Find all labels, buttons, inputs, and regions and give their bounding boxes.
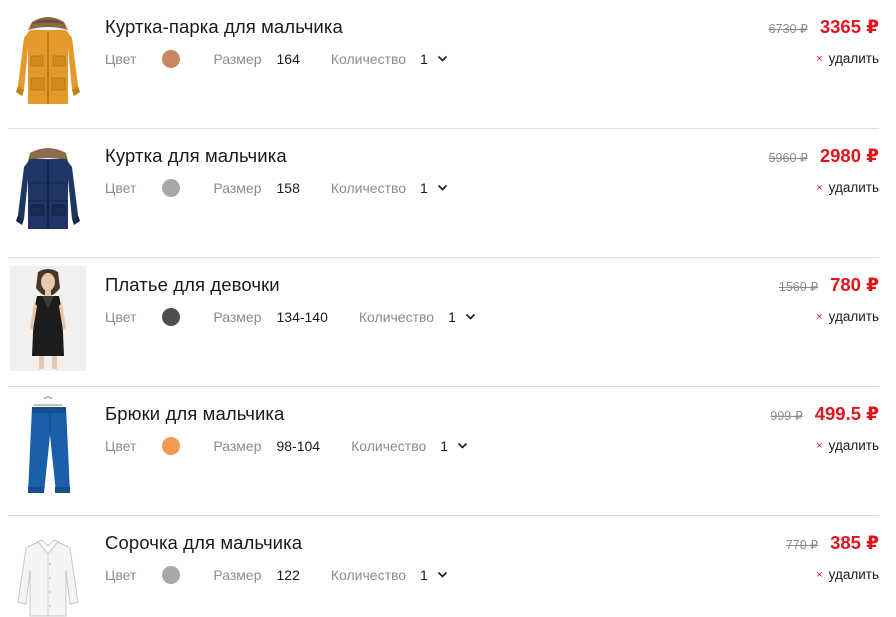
remove-label: удалить bbox=[828, 567, 879, 582]
close-icon: × bbox=[816, 439, 823, 452]
quantity-value: 1 bbox=[420, 51, 428, 67]
quantity-dropdown[interactable]: 1 bbox=[420, 180, 448, 196]
product-meta: Цвет Размер 98-104 Количество 1 bbox=[105, 437, 468, 455]
color-label: Цвет bbox=[105, 567, 137, 583]
color-swatch bbox=[162, 566, 181, 584]
chevron-down-icon bbox=[465, 313, 475, 320]
size-label: Размер bbox=[213, 438, 262, 454]
product-title[interactable]: Брюки для мальчика bbox=[105, 403, 284, 425]
size-value: 98-104 bbox=[276, 438, 321, 454]
chevron-down-icon bbox=[437, 184, 447, 191]
black-dress-photo bbox=[10, 266, 86, 371]
quantity-dropdown[interactable]: 1 bbox=[440, 438, 468, 454]
quantity-label: Количество bbox=[351, 438, 427, 454]
price-block: 999 ₽ 499.5 ₽ bbox=[770, 403, 879, 425]
color-swatch bbox=[162, 308, 181, 326]
current-price: 499.5 ₽ bbox=[814, 403, 879, 424]
old-price: 6730 ₽ bbox=[768, 22, 808, 36]
color-label: Цвет bbox=[105, 438, 137, 454]
remove-label: удалить bbox=[828, 438, 879, 453]
size-label: Размер bbox=[213, 309, 262, 325]
chevron-down-icon bbox=[437, 55, 447, 62]
quantity-value: 1 bbox=[448, 309, 456, 325]
size-label: Размер bbox=[213, 180, 262, 196]
current-price: 385 ₽ bbox=[830, 532, 879, 553]
quantity-label: Количество bbox=[330, 51, 407, 67]
product-title[interactable]: Платье для девочки bbox=[105, 274, 280, 296]
current-price: 780 ₽ bbox=[830, 274, 879, 295]
orange-parka-icon bbox=[16, 17, 80, 104]
size-value: 122 bbox=[276, 567, 300, 583]
color-label: Цвет bbox=[105, 180, 137, 196]
cart-item: Куртка для мальчика Цвет Размер 158 Коли… bbox=[8, 129, 879, 258]
product-title[interactable]: Куртка-парка для мальчика bbox=[105, 16, 343, 38]
cart-item: Сорочка для мальчика Цвет Размер 122 Кол… bbox=[8, 516, 879, 617]
quantity-label: Количество bbox=[358, 309, 435, 325]
current-price: 2980 ₽ bbox=[819, 145, 879, 166]
size-value: 134-140 bbox=[276, 309, 328, 325]
product-meta: Цвет Размер 164 Количество 1 bbox=[105, 50, 448, 68]
price-block: 5960 ₽ 2980 ₽ bbox=[769, 145, 879, 167]
close-icon: × bbox=[816, 310, 823, 323]
quantity-label: Количество bbox=[330, 567, 407, 583]
product-image-shirt[interactable] bbox=[8, 524, 88, 617]
product-meta: Цвет Размер 158 Количество 1 bbox=[105, 179, 448, 197]
cart-list: Куртка-парка для мальчика Цвет Размер 16… bbox=[0, 0, 896, 617]
quantity-dropdown[interactable]: 1 bbox=[420, 51, 448, 67]
product-image-trousers[interactable] bbox=[8, 395, 88, 500]
color-swatch bbox=[162, 179, 181, 197]
old-price: 770 ₽ bbox=[785, 538, 819, 552]
price-block: 6730 ₽ 3365 ₽ bbox=[769, 16, 879, 38]
size-value: 164 bbox=[276, 51, 300, 67]
quantity-value: 1 bbox=[440, 438, 449, 454]
close-icon: × bbox=[816, 568, 823, 581]
chevron-down-icon bbox=[458, 442, 468, 449]
product-title[interactable]: Сорочка для мальчика bbox=[105, 532, 302, 554]
product-image-dress[interactable] bbox=[8, 266, 88, 371]
quantity-dropdown[interactable]: 1 bbox=[420, 567, 448, 583]
size-label: Размер bbox=[213, 51, 262, 67]
old-price: 5960 ₽ bbox=[768, 151, 808, 165]
cart-item: Платье для девочки Цвет Размер 134-140 К… bbox=[8, 258, 879, 387]
cart-item: Куртка-парка для мальчика Цвет Размер 16… bbox=[8, 0, 879, 129]
remove-label: удалить bbox=[828, 180, 879, 195]
current-price: 3365 ₽ bbox=[819, 16, 879, 37]
remove-button[interactable]: × удалить bbox=[816, 51, 879, 66]
remove-button[interactable]: × удалить bbox=[816, 180, 879, 195]
remove-button[interactable]: × удалить bbox=[816, 567, 879, 582]
blue-trousers-icon bbox=[28, 396, 70, 493]
size-value: 158 bbox=[276, 180, 300, 196]
navy-jacket-icon bbox=[16, 148, 80, 229]
color-label: Цвет bbox=[105, 51, 137, 67]
product-title[interactable]: Куртка для мальчика bbox=[105, 145, 287, 167]
close-icon: × bbox=[816, 181, 823, 194]
price-block: 770 ₽ 385 ₽ bbox=[786, 532, 879, 554]
color-label: Цвет bbox=[105, 309, 137, 325]
old-price: 999 ₽ bbox=[770, 409, 803, 423]
old-price: 1560 ₽ bbox=[778, 280, 819, 294]
product-meta: Цвет Размер 122 Количество 1 bbox=[105, 566, 448, 584]
product-image-parka[interactable] bbox=[8, 8, 88, 113]
white-shirt-icon bbox=[17, 539, 79, 617]
size-label: Размер bbox=[213, 567, 262, 583]
close-icon: × bbox=[816, 52, 823, 65]
quantity-dropdown[interactable]: 1 bbox=[448, 309, 476, 325]
quantity-value: 1 bbox=[420, 567, 428, 583]
product-image-jacket[interactable] bbox=[8, 137, 88, 242]
remove-button[interactable]: × удалить bbox=[816, 438, 879, 453]
product-meta: Цвет Размер 134-140 Количество 1 bbox=[105, 308, 476, 326]
color-swatch bbox=[162, 50, 181, 68]
remove-label: удалить bbox=[828, 309, 879, 324]
price-block: 1560 ₽ 780 ₽ bbox=[779, 274, 879, 296]
remove-label: удалить bbox=[828, 51, 879, 66]
chevron-down-icon bbox=[437, 571, 447, 578]
quantity-value: 1 bbox=[420, 180, 428, 196]
cart-item: Брюки для мальчика Цвет Размер 98-104 Ко… bbox=[8, 387, 879, 516]
color-swatch bbox=[162, 437, 181, 455]
remove-button[interactable]: × удалить bbox=[816, 309, 879, 324]
quantity-label: Количество bbox=[330, 180, 407, 196]
